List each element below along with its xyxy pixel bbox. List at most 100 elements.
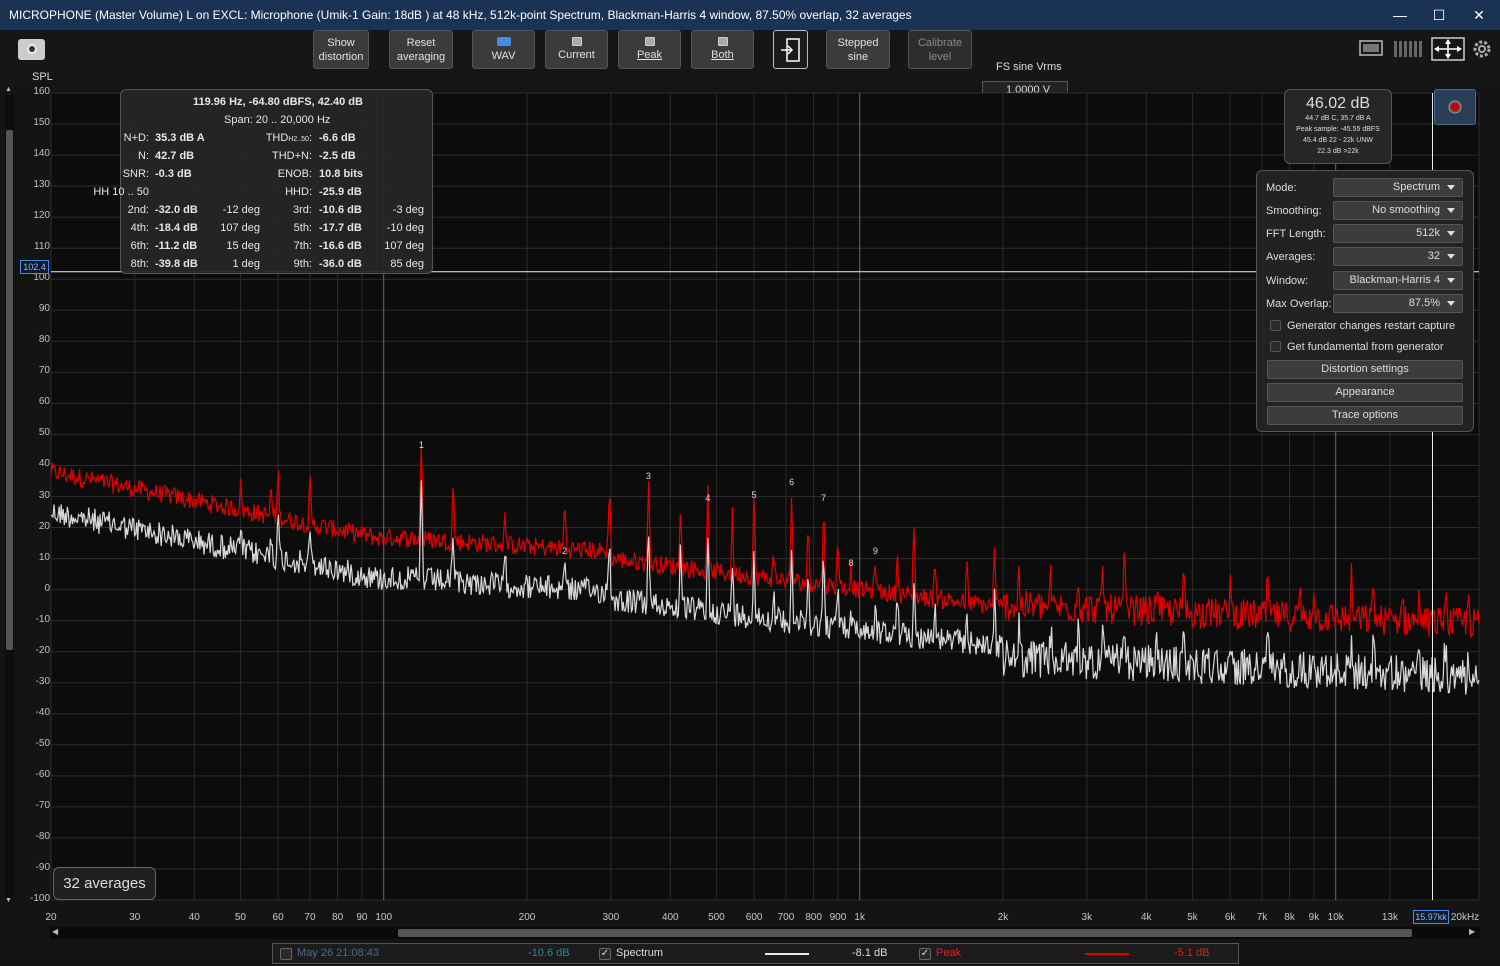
distortion-cell: -36.0 dB (319, 258, 362, 270)
distortion-cell: -0.3 dB (155, 168, 192, 180)
x-tick-label: 90 (356, 912, 368, 923)
y-tick-label: 30 (38, 489, 50, 501)
x-tick-label: 9k (1308, 912, 1320, 923)
averages-badge: 32 averages (53, 867, 156, 900)
x-tick-label: 500 (708, 912, 725, 923)
harmonic-marker-label: 6 (789, 477, 795, 488)
y-tick-label: 120 (33, 210, 50, 222)
cursor-frequency-label[interactable]: 15.97kk (1413, 910, 1449, 924)
x-tick-label: 30 (129, 912, 141, 923)
scroll-right-icon[interactable]: ▶ (1469, 927, 1475, 936)
fft-length-dropdown[interactable]: 512k (1333, 224, 1463, 243)
harmonic-marker-label: 4 (705, 492, 711, 503)
distortion-cell: 7th: (293, 240, 312, 252)
distortion-cell: 8th: (130, 258, 149, 270)
distortion-cell: -10 deg (386, 222, 424, 234)
x-tick-label: 100 (375, 912, 393, 923)
distortion-cell: 2nd: (127, 204, 149, 216)
peak-level: -5.1 dB (1174, 947, 1210, 959)
distortion-cell: N: (138, 150, 149, 162)
level-readout-line: 45.4 dB 22 - 22k UNW (1302, 137, 1374, 144)
distortion-cell: 10.8 bits (319, 168, 364, 180)
distortion-header: 119.96 Hz, -64.80 dBFS, 42.40 dB (193, 96, 363, 108)
distortion-cell: 42.7 dB (155, 150, 195, 162)
fundamental-from-generator-checkbox[interactable] (1270, 341, 1281, 352)
x-tick-label: 5k (1187, 912, 1198, 923)
distortion-cell: N+D: (123, 132, 149, 144)
horizontal-scrollbar-thumb[interactable] (398, 929, 1412, 937)
averages-dropdown[interactable]: 32 (1333, 247, 1463, 266)
distortion-cell: -3 deg (392, 204, 424, 216)
thd-label-main: THD (265, 132, 289, 144)
chevron-down-icon (1447, 185, 1455, 190)
spectrum-checkbox[interactable]: ✓ (599, 948, 611, 960)
chevron-down-icon (1447, 278, 1455, 283)
cursor-level-label[interactable]: 102.4 (20, 260, 49, 274)
y-tick-label: 130 (33, 179, 50, 191)
y-tick-label: 90 (38, 303, 50, 315)
harmonic-marker-label: 7 (821, 492, 827, 503)
level-readout-line: 22.3 dB >22k (1317, 148, 1359, 155)
distortion-cell: HHD: (285, 186, 312, 198)
smoothing-label: Smoothing: (1266, 205, 1322, 217)
x-tick-label: 3k (1081, 912, 1093, 923)
distortion-cell: -2.5 dB (319, 150, 356, 162)
max-overlap-dropdown[interactable]: 87.5% (1333, 294, 1463, 313)
record-button[interactable] (1434, 89, 1476, 125)
x-tick-label: 600 (745, 912, 763, 923)
x-tick-label: 300 (602, 912, 620, 923)
x-tick-label: 4k (1141, 912, 1152, 923)
y-tick-label: 0 (44, 582, 50, 594)
distortion-settings-button[interactable]: Distortion settings (1267, 360, 1463, 379)
distortion-cell: -25.9 dB (319, 186, 362, 198)
x-tick-label: 1k (854, 912, 865, 923)
x-tick-label: 6k (1224, 912, 1236, 923)
harmonic-marker-label: 5 (751, 489, 757, 500)
window-dropdown[interactable]: Blackman-Harris 4 (1333, 271, 1463, 290)
distortion-span: Span: 20 .. 20,000 Hz (224, 114, 331, 126)
x-tick-label: 70 (304, 912, 316, 923)
distortion-cell: -39.8 dB (155, 258, 198, 270)
x-tick-label: 200 (518, 912, 536, 923)
level-readout-main: 46.02 dB (1305, 95, 1371, 112)
y-tick-label: 20 (38, 520, 50, 532)
fundamental-from-generator-label: Get fundamental from generator (1287, 341, 1444, 353)
y-tick-label: 10 (38, 551, 50, 563)
scroll-left-icon[interactable]: ◀ (52, 927, 58, 936)
harmonic-marker-label: 2 (562, 545, 568, 556)
x-tick-label: 700 (777, 912, 795, 923)
y-tick-label: 50 (38, 427, 50, 439)
level-readout-line: 44.7 dB C, 35.7 dB A (1305, 115, 1371, 122)
distortion-cell: -17.7 dB (319, 222, 362, 234)
x-tick-label: 8k (1284, 912, 1295, 923)
x-tick-label: 60 (272, 912, 284, 923)
distortion-cell: -18.4 dB (155, 222, 198, 234)
x-tick-label: 7k (1256, 912, 1268, 923)
spectrum-label: Spectrum (616, 947, 664, 959)
mode-dropdown[interactable]: Spectrum (1333, 178, 1463, 197)
distortion-cell: 107 deg (384, 240, 424, 252)
appearance-button[interactable]: Appearance (1267, 383, 1463, 402)
distortion-cell: 3rd: (293, 204, 312, 216)
thd-label: THDH2..50: (266, 132, 312, 144)
x-tick-label: 900 (829, 912, 847, 923)
trace-options-button[interactable]: Trace options (1267, 406, 1463, 425)
distortion-cell: 5th: (293, 222, 312, 234)
distortion-cell: -16.6 dB (319, 240, 362, 252)
distortion-cell: 35.3 dB A (155, 132, 205, 144)
peak-checkbox[interactable]: ✓ (919, 948, 931, 960)
rew-rta-window: MICROPHONE (Master Volume) L on EXCL: Mi… (0, 0, 1500, 966)
record-icon (1448, 100, 1462, 114)
x-tick-label: 20kHz (1450, 912, 1480, 923)
distortion-overlay[interactable]: 119.96 Hz, -64.80 dBFS, 42.40 dB Span: 2… (93, 89, 433, 274)
distortion-cell: HH 10 .. 50 (93, 186, 149, 198)
distortion-cell: -11.2 dB (155, 240, 198, 252)
level-readout: 46.02 dB 44.7 dB C, 35.7 dB A Peak sampl… (1284, 89, 1392, 164)
distortion-cell: 15 deg (226, 240, 260, 252)
capture-checkbox[interactable] (280, 948, 292, 960)
max-overlap-label: Max Overlap: (1266, 298, 1332, 310)
y-tick-label: -90 (35, 861, 50, 873)
smoothing-dropdown[interactable]: No smoothing (1333, 201, 1463, 220)
generator-restart-checkbox[interactable] (1270, 320, 1281, 331)
thd-label-colon: : (308, 132, 312, 144)
